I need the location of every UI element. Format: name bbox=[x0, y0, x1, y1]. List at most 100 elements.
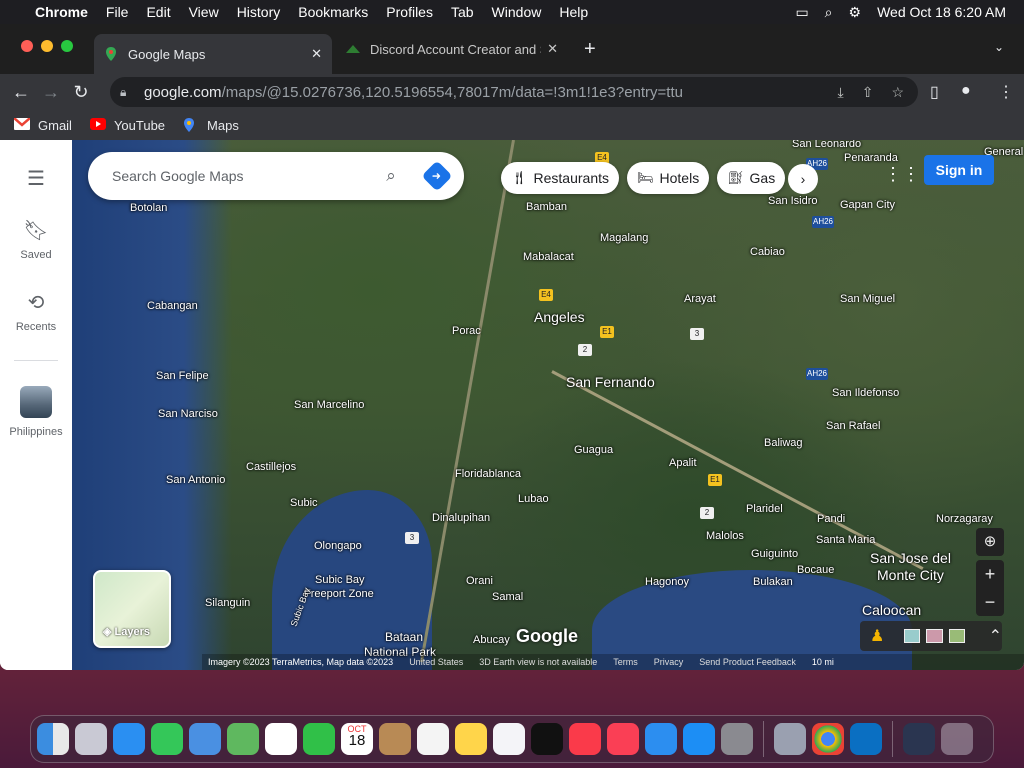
search-box[interactable]: Search Google Maps ⌕ ➜ bbox=[88, 152, 464, 200]
bookmark-star-icon[interactable]: ☆ bbox=[891, 84, 904, 101]
minimize-window-button[interactable] bbox=[41, 40, 53, 52]
map-label[interactable]: San Jose del bbox=[870, 550, 951, 566]
map-label[interactable]: Floridablanca bbox=[455, 468, 521, 480]
zoom-out-button[interactable]: − bbox=[976, 588, 1004, 616]
map-label[interactable]: Angeles bbox=[534, 309, 585, 325]
map-label[interactable]: San Felipe bbox=[156, 370, 209, 382]
map-label[interactable]: San Leonardo bbox=[792, 140, 861, 150]
app-menu[interactable]: Chrome bbox=[26, 4, 97, 20]
menu-history[interactable]: History bbox=[228, 4, 290, 20]
sidebar-item-recents[interactable]: ⟲ Recents bbox=[0, 290, 72, 333]
imagery-thumbnail[interactable] bbox=[904, 629, 921, 643]
system-settings-icon[interactable] bbox=[721, 723, 753, 755]
trash-icon[interactable] bbox=[941, 723, 973, 755]
map-label[interactable]: Baliwag bbox=[764, 437, 803, 449]
map-label[interactable]: Monte City bbox=[877, 567, 944, 583]
map-label[interactable]: Subic Bay bbox=[315, 574, 365, 586]
sidebar-item-philippines[interactable]: Philippines bbox=[0, 386, 72, 438]
menu-bookmarks[interactable]: Bookmarks bbox=[289, 4, 377, 20]
map-label[interactable]: San Marcelino bbox=[294, 399, 364, 411]
vscode-icon[interactable] bbox=[850, 723, 882, 755]
safari-icon[interactable] bbox=[113, 723, 145, 755]
map-label[interactable]: Guiguinto bbox=[751, 548, 798, 560]
sign-in-button[interactable]: Sign in bbox=[924, 155, 994, 185]
screen-icon[interactable] bbox=[903, 723, 935, 755]
keynote-icon[interactable] bbox=[645, 723, 677, 755]
map-label[interactable]: Dinalupihan bbox=[432, 512, 490, 524]
map-label[interactable]: Hagonoy bbox=[645, 576, 689, 588]
map-label[interactable]: Caloocan bbox=[862, 602, 921, 618]
mail-icon[interactable] bbox=[189, 723, 221, 755]
profile-icon[interactable]: ● bbox=[961, 82, 971, 100]
search-input[interactable]: Search Google Maps bbox=[112, 168, 376, 184]
map-label[interactable]: Olongapo bbox=[314, 540, 362, 552]
reload-icon[interactable]: ↻ bbox=[66, 82, 96, 103]
chip-restaurants[interactable]: 🍴︎ Restaurants bbox=[501, 162, 619, 194]
music-icon[interactable] bbox=[569, 723, 601, 755]
reminders-icon[interactable] bbox=[417, 723, 449, 755]
install-app-icon[interactable]: ⤓ bbox=[838, 84, 844, 101]
photos-icon[interactable] bbox=[265, 723, 297, 755]
map-label[interactable]: Apalit bbox=[669, 457, 697, 469]
forward-arrow-icon[interactable]: → bbox=[36, 82, 66, 103]
tab-search-chevron-icon[interactable]: ⌄ bbox=[994, 40, 1004, 54]
side-panel-icon[interactable]: ▯ bbox=[930, 82, 939, 102]
scale-bar[interactable]: 10 mi bbox=[812, 657, 834, 667]
map-label[interactable]: Silanguin bbox=[205, 597, 250, 609]
tab-google-maps[interactable]: Google Maps ✕ bbox=[94, 34, 332, 74]
map-label[interactable]: Samal bbox=[492, 591, 523, 603]
pegman-icon[interactable]: ♟ bbox=[870, 626, 884, 646]
settings-app-icon[interactable] bbox=[774, 723, 806, 755]
map-label[interactable]: Orani bbox=[466, 575, 493, 587]
layers-button[interactable]: ◈ Layers bbox=[93, 570, 171, 648]
chips-next-chevron-icon[interactable]: › bbox=[788, 164, 818, 194]
map-label[interactable]: Castillejos bbox=[246, 461, 296, 473]
map-label[interactable]: Abucay bbox=[473, 634, 510, 646]
map-label[interactable]: Santa Maria bbox=[816, 534, 875, 546]
map-label[interactable]: Mabalacat bbox=[523, 251, 574, 263]
address-bar[interactable]: 🔒︎ google.com/maps/@15.0276736,120.51965… bbox=[110, 77, 918, 107]
chrome-icon[interactable] bbox=[812, 723, 844, 755]
kebab-menu-icon[interactable]: ⋮ bbox=[998, 82, 1014, 102]
map-label[interactable]: Freeport Zone bbox=[304, 588, 374, 600]
zoom-in-button[interactable]: + bbox=[976, 560, 1004, 588]
map-label[interactable]: Magalang bbox=[600, 232, 648, 244]
map-label[interactable]: Bamban bbox=[526, 201, 567, 213]
map-label[interactable]: San Narciso bbox=[158, 408, 218, 420]
map-label[interactable]: Bocaue bbox=[797, 564, 834, 576]
map-label[interactable]: San Ildefonso bbox=[832, 387, 899, 399]
privacy-link[interactable]: Privacy bbox=[654, 657, 684, 667]
chip-gas[interactable]: ⛽︎ Gas bbox=[717, 162, 786, 194]
terms-link[interactable]: Terms bbox=[613, 657, 638, 667]
messages-icon[interactable] bbox=[151, 723, 183, 755]
map-label[interactable]: San Antonio bbox=[166, 474, 225, 486]
contacts-icon[interactable] bbox=[379, 723, 411, 755]
my-location-icon[interactable]: ⊕ bbox=[976, 528, 1004, 556]
imagery-thumbnail[interactable] bbox=[926, 629, 943, 643]
map-label[interactable]: San Rafael bbox=[826, 420, 880, 432]
menu-file[interactable]: File bbox=[97, 4, 138, 20]
clock[interactable]: Wed Oct 18 6:20 AM bbox=[877, 4, 1006, 20]
map-label[interactable]: Penaranda bbox=[844, 152, 898, 164]
zoom-window-button[interactable] bbox=[61, 40, 73, 52]
search-icon[interactable]: ⌕ bbox=[376, 166, 406, 186]
app-store-icon[interactable] bbox=[683, 723, 715, 755]
sidebar-item-saved[interactable]: 🔖︎ Saved bbox=[0, 218, 72, 261]
chip-hotels[interactable]: 🛏︎ Hotels bbox=[627, 162, 710, 194]
map-label[interactable]: Norzagaray bbox=[936, 513, 993, 525]
menu-help[interactable]: Help bbox=[550, 4, 597, 20]
share-icon[interactable]: ⇧ bbox=[862, 84, 874, 101]
map-label[interactable]: Lubao bbox=[518, 493, 549, 505]
map-label[interactable]: San Isidro bbox=[768, 195, 818, 207]
expand-chevron-icon[interactable]: ⌃ bbox=[989, 626, 1002, 646]
maps-app-icon[interactable] bbox=[227, 723, 259, 755]
map-label[interactable]: Plaridel bbox=[746, 503, 783, 515]
imagery-thumbnail[interactable] bbox=[948, 629, 965, 643]
finder-icon[interactable] bbox=[37, 723, 69, 755]
freeform-icon[interactable] bbox=[493, 723, 525, 755]
map-label[interactable]: Botolan bbox=[130, 202, 167, 214]
control-center-icon[interactable]: ⚙ bbox=[849, 4, 862, 21]
menu-view[interactable]: View bbox=[180, 4, 228, 20]
menu-edit[interactable]: Edit bbox=[137, 4, 179, 20]
close-tab-icon[interactable]: ✕ bbox=[311, 46, 322, 62]
